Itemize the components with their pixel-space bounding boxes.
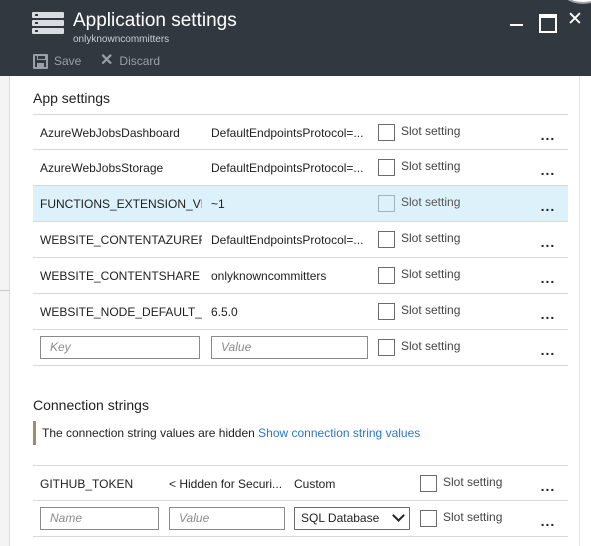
value-input[interactable]: Value <box>211 336 368 359</box>
slot-setting-label: Slot setting <box>443 475 503 489</box>
hidden-values-notice: The connection string values are hidden … <box>33 421 568 445</box>
key-input[interactable]: Key <box>40 336 200 359</box>
setting-key[interactable]: AzureWebJobsStorage <box>40 150 202 186</box>
slot-setting-label: Slot setting <box>401 339 461 353</box>
close-icon[interactable]: ✕ <box>564 10 586 32</box>
blade-subtitle: onlyknowncommitters <box>73 34 170 45</box>
connection-name[interactable]: GITHUB_TOKEN <box>40 466 165 502</box>
connection-type-select[interactable]: SQL Database <box>294 507 410 530</box>
setting-key[interactable]: FUNCTIONS_EXTENSION_VE... <box>40 186 202 222</box>
vertical-scrollbar[interactable] <box>579 76 591 546</box>
setting-key[interactable]: WEBSITE_CONTENTAZUREFI... <box>40 222 202 258</box>
blade-title: Application settings <box>73 10 237 31</box>
slot-setting-label: Slot setting <box>401 124 461 138</box>
slot-setting-checkbox[interactable] <box>378 339 395 356</box>
slot-setting-label: Slot setting <box>443 510 503 524</box>
more-options-icon[interactable]: ... <box>538 152 558 182</box>
save-icon <box>33 53 48 69</box>
setting-key[interactable]: WEBSITE_CONTENTSHARE <box>40 258 202 294</box>
slot-setting-checkbox[interactable] <box>378 195 395 212</box>
show-values-link[interactable]: Show connection string values <box>258 426 420 440</box>
name-input[interactable]: Name <box>40 507 159 530</box>
chevron-down-icon <box>392 509 405 522</box>
connection-string-row: GITHUB_TOKEN < Hidden for Securi... Cust… <box>33 465 568 501</box>
new-app-setting-row: Key Value Slot setting ... <box>33 330 568 366</box>
slot-setting-checkbox[interactable] <box>420 510 437 527</box>
slot-setting-label: Slot setting <box>401 195 461 209</box>
setting-value[interactable]: DefaultEndpointsProtocol=... <box>211 222 369 258</box>
app-setting-row: AzureWebJobsStorage DefaultEndpointsProt… <box>33 150 568 186</box>
slot-setting-checkbox[interactable] <box>378 124 395 141</box>
more-options-icon[interactable]: ... <box>538 296 558 326</box>
new-connection-string-row: Name Value SQL Database Slot setting ... <box>33 501 568 537</box>
connection-type-selected: SQL Database <box>301 511 380 525</box>
background-blade-strip <box>0 0 10 546</box>
minimize-icon[interactable] <box>506 10 528 32</box>
connection-strings-title: Connection strings <box>33 397 149 413</box>
connection-type[interactable]: Custom <box>294 466 374 502</box>
setting-value[interactable]: DefaultEndpointsProtocol=... <box>211 150 369 186</box>
app-setting-row: WEBSITE_NODE_DEFAULT_V... 6.5.0 Slot set… <box>33 294 568 330</box>
slot-setting-label: Slot setting <box>401 303 461 317</box>
background-divider <box>0 290 10 291</box>
more-options-icon[interactable]: ... <box>538 468 558 498</box>
more-options-icon[interactable]: ... <box>538 260 558 290</box>
connection-value[interactable]: < Hidden for Securi... <box>169 466 287 502</box>
notice-text: The connection string values are hidden <box>42 426 255 440</box>
more-options-icon[interactable]: ... <box>538 224 558 254</box>
more-options-icon[interactable]: ... <box>538 188 558 218</box>
discard-label: Discard <box>119 54 161 68</box>
app-setting-row-selected: FUNCTIONS_EXTENSION_VE... ~1 Slot settin… <box>33 186 568 222</box>
maximize-icon[interactable] <box>535 10 557 33</box>
more-options-icon[interactable]: ... <box>538 117 558 147</box>
app-setting-row: WEBSITE_CONTENTSHARE onlyknowncommitters… <box>33 258 568 294</box>
corner-avatar-edge <box>561 0 591 4</box>
slot-setting-label: Slot setting <box>401 267 461 281</box>
discard-button[interactable]: ✕ Discard <box>100 52 160 70</box>
blade-header: Application settings onlyknowncommitters… <box>0 0 591 76</box>
more-options-icon[interactable]: ... <box>538 503 558 533</box>
slot-setting-label: Slot setting <box>401 159 461 173</box>
connection-value-input[interactable]: Value <box>169 507 285 530</box>
more-options-icon[interactable]: ... <box>538 332 558 362</box>
setting-key[interactable]: WEBSITE_NODE_DEFAULT_V... <box>40 294 202 330</box>
setting-value[interactable]: ~1 <box>211 186 369 222</box>
app-setting-row: WEBSITE_CONTENTAZUREFI... DefaultEndpoin… <box>33 222 568 258</box>
slot-setting-checkbox[interactable] <box>378 267 395 284</box>
discard-x-icon: ✕ <box>100 52 114 69</box>
save-button[interactable]: Save <box>33 52 81 70</box>
setting-value[interactable]: 6.5.0 <box>211 294 369 330</box>
slot-setting-checkbox[interactable] <box>378 231 395 248</box>
setting-value[interactable]: onlyknowncommitters <box>211 258 369 294</box>
app-setting-row: AzureWebJobsDashboard DefaultEndpointsPr… <box>33 114 568 150</box>
settings-blade-icon <box>32 12 64 40</box>
save-label: Save <box>54 54 82 68</box>
slot-setting-checkbox[interactable] <box>378 159 395 176</box>
slot-setting-label: Slot setting <box>401 231 461 245</box>
slot-setting-checkbox[interactable] <box>378 303 395 320</box>
setting-value[interactable]: DefaultEndpointsProtocol=... <box>211 115 369 151</box>
setting-key[interactable]: AzureWebJobsDashboard <box>40 115 202 151</box>
slot-setting-checkbox[interactable] <box>420 475 437 492</box>
app-settings-title: App settings <box>33 90 111 106</box>
